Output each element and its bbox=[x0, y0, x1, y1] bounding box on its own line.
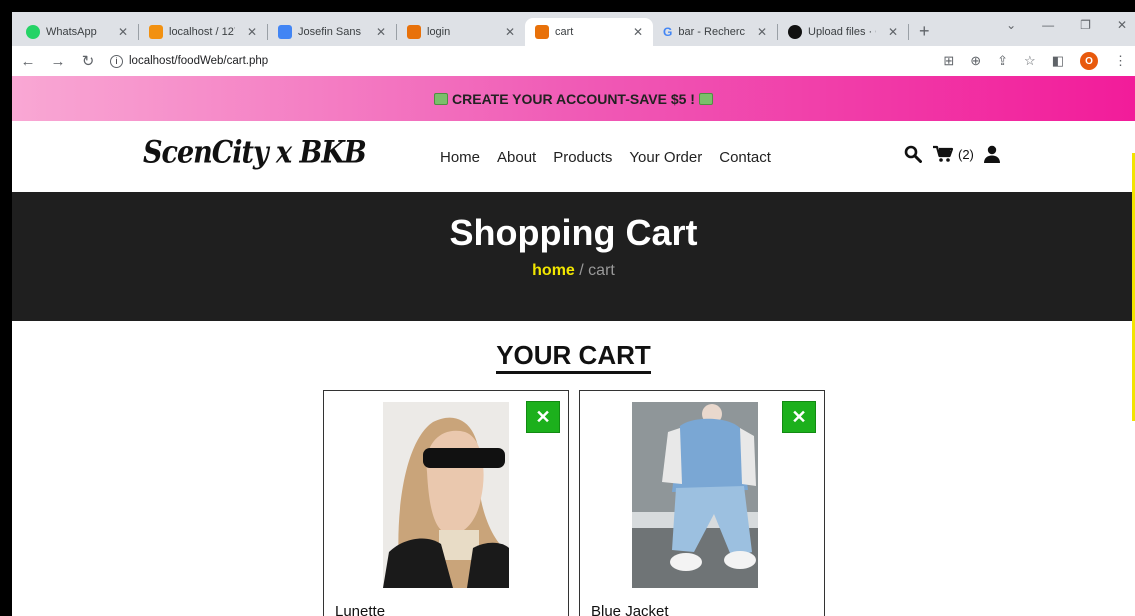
tab-title: Josefin Sans - Go bbox=[298, 26, 364, 38]
cart-count: (2) bbox=[958, 146, 974, 162]
cart-item: ✕ Lunette bbox=[323, 390, 569, 616]
tab-cart[interactable]: cart ✕ bbox=[525, 18, 653, 46]
profile-avatar[interactable]: O bbox=[1080, 52, 1098, 70]
close-tab-icon[interactable]: ✕ bbox=[633, 25, 643, 39]
restore-icon[interactable]: ❐ bbox=[1080, 18, 1091, 32]
url-text: localhost/foodWeb/cart.php bbox=[129, 55, 269, 67]
tab-whatsapp[interactable]: WhatsApp ✕ bbox=[16, 18, 138, 46]
tab-bar-search[interactable]: G bar - Recherche ✕ bbox=[653, 18, 777, 46]
cart-icon[interactable] bbox=[932, 145, 954, 163]
cart-heading: YOUR CART bbox=[496, 339, 651, 374]
page-icon bbox=[407, 25, 421, 39]
breadcrumb-current: / cart bbox=[574, 262, 615, 279]
promo-bar[interactable]: CREATE YOUR ACCOUNT-SAVE $5 ! bbox=[12, 76, 1135, 121]
close-tab-icon[interactable]: ✕ bbox=[118, 25, 128, 39]
tab-login[interactable]: login ✕ bbox=[397, 18, 525, 46]
main-nav: Home About Products Your Order Contact bbox=[440, 149, 771, 166]
money-icon bbox=[698, 92, 713, 105]
breadcrumb: home / cart bbox=[12, 262, 1135, 280]
tab-strip: WhatsApp ✕ localhost / 127.0. ✕ Josefin … bbox=[12, 12, 1135, 46]
item-name: Blue Jacket bbox=[591, 603, 669, 616]
forward-icon[interactable]: → bbox=[50, 53, 66, 70]
nav-your-order[interactable]: Your Order bbox=[629, 149, 702, 166]
user-icon[interactable] bbox=[983, 145, 1000, 163]
tab-title: localhost / 127.0. bbox=[169, 26, 235, 38]
close-tab-icon[interactable]: ✕ bbox=[888, 25, 898, 39]
cart-item: ✕ Blue Jacket bbox=[579, 390, 825, 616]
google-fonts-icon bbox=[278, 25, 292, 39]
tab-title: login bbox=[427, 26, 451, 38]
remove-item-button[interactable]: ✕ bbox=[782, 401, 816, 433]
tab-github[interactable]: Upload files · Ou ✕ bbox=[778, 18, 908, 46]
close-tab-icon[interactable]: ✕ bbox=[757, 25, 767, 39]
tab-title: WhatsApp bbox=[46, 26, 97, 38]
browser-chrome: WhatsApp ✕ localhost / 127.0. ✕ Josefin … bbox=[12, 12, 1135, 76]
breadcrumb-home-link[interactable]: home bbox=[532, 262, 575, 279]
item-name: Lunette bbox=[335, 603, 386, 616]
page-banner: Shopping Cart home / cart bbox=[12, 192, 1135, 321]
translate-icon[interactable]: ⊞ bbox=[943, 53, 954, 69]
tab-title: bar - Recherche bbox=[678, 26, 745, 38]
window-close-icon[interactable]: ✕ bbox=[1117, 18, 1127, 32]
cart-items: ✕ Lunette ✕ Blue Jacket bbox=[323, 390, 825, 616]
close-tab-icon[interactable]: ✕ bbox=[505, 25, 515, 39]
tab-localhost[interactable]: localhost / 127.0. ✕ bbox=[139, 18, 267, 46]
zoom-icon[interactable]: ⊕ bbox=[970, 53, 981, 69]
money-icon bbox=[434, 92, 449, 105]
nav-contact[interactable]: Contact bbox=[719, 149, 771, 166]
browser-toolbar: ← → ↻ i localhost/foodWeb/cart.php ⊞ ⊕ ⇪… bbox=[12, 46, 1135, 76]
back-icon[interactable]: ← bbox=[20, 53, 36, 70]
tab-title: Upload files · Ou bbox=[808, 26, 876, 38]
search-icon[interactable] bbox=[904, 145, 922, 163]
reload-icon[interactable]: ↻ bbox=[80, 52, 96, 70]
new-tab-button[interactable]: + bbox=[909, 21, 940, 46]
product-image-blue-jacket[interactable] bbox=[632, 402, 758, 588]
page-icon bbox=[535, 25, 549, 39]
page-title: Shopping Cart bbox=[449, 212, 698, 253]
remove-item-button[interactable]: ✕ bbox=[526, 401, 560, 433]
bookmark-star-icon[interactable]: ☆ bbox=[1024, 53, 1036, 69]
site-header: ScenCity x BKB Home About Products Your … bbox=[12, 121, 1135, 192]
product-image-lunette[interactable] bbox=[383, 402, 509, 588]
promo-text: CREATE YOUR ACCOUNT-SAVE $5 ! bbox=[452, 90, 695, 107]
address-bar[interactable]: i localhost/foodWeb/cart.php bbox=[110, 54, 929, 68]
window-controls: ⌄ — ❐ ✕ bbox=[1006, 18, 1127, 32]
share-icon[interactable]: ⇪ bbox=[997, 53, 1008, 69]
whatsapp-icon bbox=[26, 25, 40, 39]
tab-search-icon[interactable]: ⌄ bbox=[1006, 18, 1016, 32]
menu-kebab-icon[interactable]: ⋮ bbox=[1114, 53, 1127, 69]
cart-heading-wrap: YOUR CART bbox=[12, 339, 1135, 374]
github-icon bbox=[788, 25, 802, 39]
header-icons: (2) bbox=[904, 145, 1000, 163]
nav-home[interactable]: Home bbox=[440, 149, 480, 166]
site-info-icon[interactable]: i bbox=[110, 54, 123, 68]
tab-josefin[interactable]: Josefin Sans - Go ✕ bbox=[268, 18, 396, 46]
nav-about[interactable]: About bbox=[497, 149, 536, 166]
close-tab-icon[interactable]: ✕ bbox=[247, 25, 257, 39]
tab-title: cart bbox=[555, 26, 574, 38]
site-logo[interactable]: ScenCity x BKB bbox=[143, 135, 367, 171]
web-page: CREATE YOUR ACCOUNT-SAVE $5 ! ScenCity x… bbox=[12, 76, 1135, 616]
minimize-icon[interactable]: — bbox=[1042, 18, 1054, 32]
close-tab-icon[interactable]: ✕ bbox=[376, 25, 386, 39]
side-panel-icon[interactable]: ◧ bbox=[1052, 53, 1064, 69]
nav-products[interactable]: Products bbox=[553, 149, 612, 166]
google-icon: G bbox=[663, 25, 673, 39]
phpmyadmin-icon bbox=[149, 25, 163, 39]
toolbar-actions: ⊞ ⊕ ⇪ ☆ ◧ O ⋮ bbox=[943, 52, 1127, 70]
